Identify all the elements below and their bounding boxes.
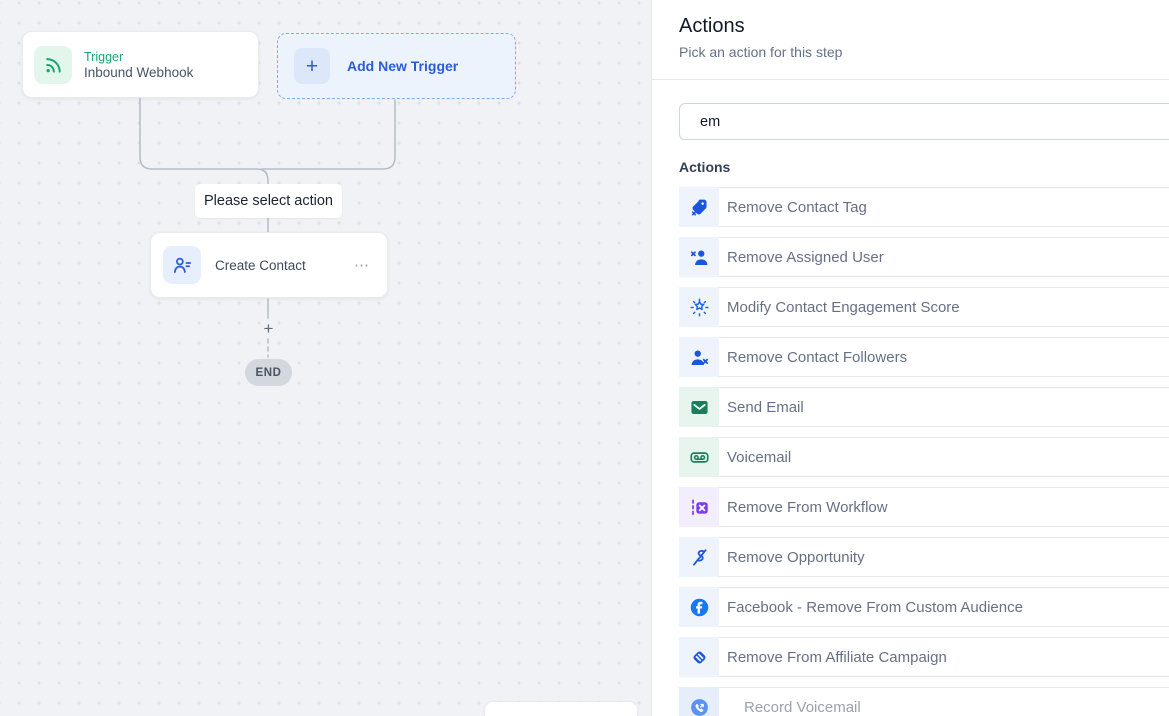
action-list-item[interactable]: Send Email [679, 387, 1169, 427]
trigger-kind-label: Trigger [84, 50, 193, 64]
action-item-label: Remove From Affiliate Campaign [727, 649, 947, 666]
action-list-item[interactable]: Remove From Affiliate Campaign [679, 637, 1169, 677]
action-list-item[interactable]: Facebook - Remove From Custom Audience [679, 587, 1169, 627]
trigger-name-label: Inbound Webhook [84, 65, 193, 80]
action-list-item[interactable]: Voicemail [679, 437, 1169, 477]
actions-panel: Actions Pick an action for this step Act… [651, 0, 1169, 716]
contact-icon [163, 246, 201, 284]
action-item-label: Remove From Workflow [727, 499, 888, 516]
action-list-item[interactable]: Remove Contact Followers [679, 337, 1169, 377]
action-search-input[interactable] [679, 103, 1169, 140]
voicemail-icon [679, 437, 719, 477]
panel-subtitle: Pick an action for this step [679, 42, 1142, 62]
action-item-label: Facebook - Remove From Custom Audience [727, 599, 1023, 616]
record-voicemail-icon [679, 687, 719, 716]
action-list-item[interactable]: Modify Contact Engagement Score [679, 287, 1169, 327]
offscreen-node-edge [485, 702, 637, 716]
action-item-label: Modify Contact Engagement Score [727, 299, 960, 316]
action-list: Remove Contact Tag Remove Assigned User … [679, 187, 1169, 716]
action-item-label: Send Email [727, 399, 804, 416]
user-remove-icon [679, 237, 719, 277]
action-item-label: Remove Contact Followers [727, 349, 907, 366]
workflow-canvas[interactable]: Trigger Inbound Webhook + Add New Trigge… [0, 0, 651, 716]
action-item-label: Remove Contact Tag [727, 199, 867, 216]
workflow-remove-icon [679, 487, 719, 527]
facebook-icon [679, 587, 719, 627]
engagement-score-icon [679, 287, 719, 327]
tag-remove-icon [679, 187, 719, 227]
action-list-item[interactable]: Record Voicemail [679, 687, 1169, 716]
handshake-icon [679, 637, 719, 677]
webhook-icon [34, 46, 72, 84]
create-contact-node[interactable]: Create Contact ⋯ [150, 232, 388, 298]
more-options-icon[interactable]: ⋯ [354, 256, 371, 274]
action-list-item[interactable]: Remove Contact Tag [679, 187, 1169, 227]
followers-remove-icon [679, 337, 719, 377]
opportunity-remove-icon [679, 537, 719, 577]
plus-icon: + [294, 48, 330, 84]
create-contact-label: Create Contact [215, 258, 354, 273]
action-item-label: Remove Assigned User [727, 249, 884, 266]
action-item-label: Record Voicemail [744, 699, 861, 716]
action-item-label: Voicemail [727, 449, 791, 466]
add-step-button[interactable]: + [259, 319, 278, 338]
action-item-label: Remove Opportunity [727, 549, 865, 566]
actions-section-label: Actions [679, 157, 1169, 177]
action-list-item[interactable]: Remove Assigned User [679, 237, 1169, 277]
end-badge: END [245, 359, 292, 386]
workflow-connectors [0, 0, 651, 716]
action-list-item[interactable]: Remove From Workflow [679, 487, 1169, 527]
add-new-trigger-button[interactable]: + Add New Trigger [277, 33, 516, 99]
add-new-trigger-label: Add New Trigger [347, 58, 458, 74]
action-list-item[interactable]: Remove Opportunity [679, 537, 1169, 577]
email-icon [679, 387, 719, 427]
trigger-node[interactable]: Trigger Inbound Webhook [22, 31, 259, 98]
panel-title: Actions [679, 12, 1142, 40]
actions-panel-header: Actions Pick an action for this step [652, 0, 1169, 80]
please-select-action-badge: Please select action [195, 184, 342, 218]
